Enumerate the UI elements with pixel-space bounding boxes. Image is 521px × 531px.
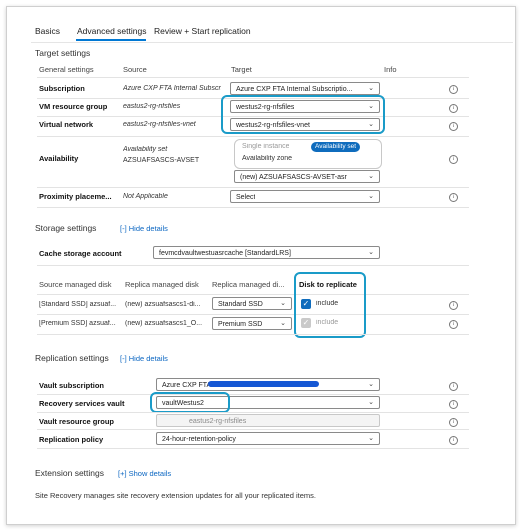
vault-subscription-select-value: Azure CXP FTA [162,382,212,389]
recovery-services-vault-label: Recovery services vault [39,399,125,408]
row-divider [37,207,469,208]
option-availability-zone[interactable]: Availability zone [242,155,292,162]
vault-resource-group-field: eastus2-rg-nfsfiles [156,414,380,427]
proximity-placement-select-value: Select [236,194,256,201]
tab-review-start-replication[interactable]: Review + Start replication [154,26,251,36]
vault-resource-group-value: eastus2-rg-nfsfiles [189,418,247,425]
extension-show-details-link[interactable]: [+] Show details [118,469,171,478]
row-divider [37,429,469,430]
proximity-source: Not Applicable [123,193,168,200]
tabs-divider [31,42,513,43]
option-single-instance[interactable]: Single instance [242,143,289,150]
storage-settings-title: Storage settings [35,223,97,233]
info-icon[interactable]: i [449,122,458,131]
availability-label: Availability [39,154,79,163]
replication-wizard-panel: Basics Advanced settings Review + Start … [6,6,516,525]
tab-basics[interactable]: Basics [35,26,60,36]
chevron-down-icon: ⌄ [368,435,374,442]
info-icon[interactable]: i [449,436,458,445]
disk-source: [Premium SSD] azsuaf... [39,320,116,327]
chevron-down-icon: ⌄ [368,399,374,406]
storage-hide-details-link[interactable]: [-] Hide details [120,224,168,233]
availability-set-select[interactable]: (new) AZSUAFSASCS-AVSET-asr ⌄ [234,170,380,183]
replication-policy-select-value: 24-hour-retention-policy [162,436,236,443]
virtual-network-source: eastus2-rg-nfsfiles-vnet [123,121,196,128]
disk-source: [Standard SSD] azsuaf... [39,301,117,308]
row-divider [37,265,469,266]
availability-option-group: Single instance Availability set Availab… [234,139,382,169]
disk-type-select-value: Premium SSD [218,321,263,328]
subscription-label: Subscription [39,84,85,93]
vm-network-highlight [221,95,385,134]
chevron-down-icon: ⌄ [368,381,374,388]
vault-resource-group-label: Vault resource group [39,417,115,426]
vm-resource-group-source: eastus2-rg-nfsfiles [123,103,181,110]
col-general-settings: General settings [39,65,94,74]
row-divider [37,77,469,78]
disk-to-replicate-highlight [294,272,366,338]
info-icon[interactable]: i [449,104,458,113]
disk-type-select-value: Standard SSD [218,301,263,308]
row-divider [37,294,469,295]
chevron-down-icon: ⌄ [280,300,286,307]
subscription-select-value: Azure CXP FTA Internal Subscriptio... [236,86,353,93]
info-icon[interactable]: i [449,320,458,329]
chevron-down-icon: ⌄ [368,193,374,200]
chevron-down-icon: ⌄ [368,173,374,180]
subscription-source: Azure CXP FTA Internal Subscri... [123,85,221,92]
cache-storage-select[interactable]: fevmcdvaultwestuasrcache [StandardLRS] ⌄ [153,246,380,259]
info-icon[interactable]: i [449,85,458,94]
info-icon[interactable]: i [449,155,458,164]
chevron-down-icon: ⌄ [368,249,374,256]
row-divider [37,412,469,413]
redaction-bar [208,381,319,387]
chevron-down-icon: ⌄ [368,85,374,92]
replication-policy-select[interactable]: 24-hour-retention-policy ⌄ [156,432,380,445]
recovery-vault-highlight [150,392,230,413]
col-source-managed-disk: Source managed disk [39,280,112,289]
extension-settings-title: Extension settings [35,468,104,478]
disk-replica: (new) azsuafsascs1_O... [125,320,203,327]
info-icon[interactable]: i [449,382,458,391]
row-divider [37,136,469,137]
chevron-down-icon: ⌄ [280,320,286,327]
col-source: Source [123,65,147,74]
proximity-placement-label: Proximity placeme... [39,192,112,201]
disk-type-select[interactable]: Premium SSD ⌄ [212,317,292,330]
info-icon[interactable]: i [449,400,458,409]
disk-replica: (new) azsuafsascs1-di... [125,301,201,308]
col-replica-disk-type: Replica managed di... [212,280,285,289]
subscription-select[interactable]: Azure CXP FTA Internal Subscriptio... ⌄ [230,82,380,95]
availability-set-select-value: (new) AZSUAFSASCS-AVSET-asr [240,174,347,181]
row-divider [37,334,469,335]
vault-subscription-label: Vault subscription [39,381,105,390]
active-tab-indicator [76,39,146,41]
info-icon[interactable]: i [449,301,458,310]
tab-advanced-settings[interactable]: Advanced settings [77,26,146,36]
replication-hide-details-link[interactable]: [-] Hide details [120,354,168,363]
info-icon[interactable]: i [449,418,458,427]
availability-source-type: Availability set [123,146,168,153]
replication-policy-label: Replication policy [39,435,104,444]
col-replica-managed-disk: Replica managed disk [125,280,199,289]
extension-settings-note: Site Recovery manages site recovery exte… [35,491,316,500]
row-divider [37,394,469,395]
info-icon[interactable]: i [449,193,458,202]
availability-source-name: AZSUAFSASCS-AVSET [123,157,200,164]
target-settings-title: Target settings [35,48,91,58]
col-target: Target [231,65,252,74]
proximity-placement-select[interactable]: Select ⌄ [230,190,380,203]
col-info: Info [384,65,397,74]
virtual-network-label: Virtual network [39,120,94,129]
disk-type-select[interactable]: Standard SSD ⌄ [212,297,292,310]
row-divider [37,448,469,449]
replication-settings-title: Replication settings [35,353,109,363]
cache-storage-select-value: fevmcdvaultwestuasrcache [StandardLRS] [159,250,291,257]
cache-storage-label: Cache storage account [39,249,122,258]
vm-resource-group-label: VM resource group [39,102,108,111]
row-divider [37,314,469,315]
row-divider [37,187,469,188]
option-availability-set[interactable]: Availability set [311,142,361,152]
